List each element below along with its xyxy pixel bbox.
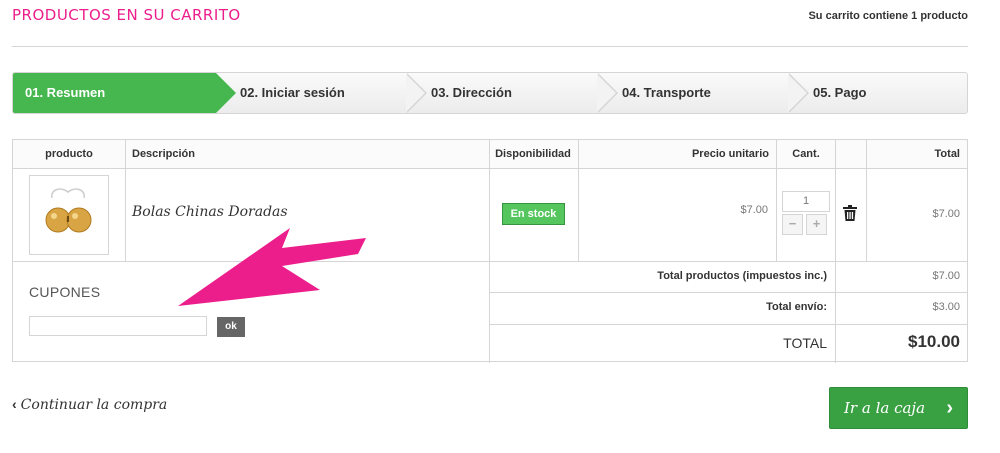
step-label: 02. Iniciar sesión bbox=[240, 85, 345, 100]
availability-badge: En stock bbox=[502, 203, 565, 225]
quantity-decrease-button[interactable]: − bbox=[782, 214, 803, 235]
step-label: 01. Resumen bbox=[25, 85, 106, 100]
cart-table: producto Descripción Disponibilidad Prec… bbox=[12, 139, 968, 363]
continue-label: Continuar la compra bbox=[20, 397, 168, 413]
checkout-label: Ir a la caja bbox=[844, 399, 926, 417]
coupon-title: CUPONES bbox=[29, 284, 101, 300]
step-summary[interactable]: 01. Resumen bbox=[13, 73, 236, 113]
col-header-product: producto bbox=[45, 148, 93, 160]
col-header-total: Total bbox=[934, 148, 960, 160]
quantity-input[interactable]: 1 bbox=[782, 191, 830, 212]
cart-count: Su carrito contiene 1 producto bbox=[808, 10, 968, 22]
trash-icon bbox=[843, 205, 857, 221]
chevron-right-icon: › bbox=[946, 397, 953, 419]
quantity-increase-button[interactable]: + bbox=[806, 214, 827, 235]
step-payment[interactable]: 05. Pago bbox=[789, 73, 967, 113]
shipping-total-label: Total envío: bbox=[766, 301, 827, 313]
continue-shopping-link[interactable]: ‹ Continuar la compra bbox=[12, 396, 167, 413]
products-total-value: $7.00 bbox=[932, 270, 960, 282]
products-total-label: Total productos (impuestos inc.) bbox=[657, 270, 827, 282]
col-header-availability: Disponibilidad bbox=[495, 148, 571, 160]
grand-total-label: TOTAL bbox=[783, 335, 827, 351]
header-divider bbox=[12, 46, 968, 47]
step-shipping[interactable]: 04. Transporte bbox=[598, 73, 809, 113]
chevron-left-icon: ‹ bbox=[12, 396, 17, 412]
step-address[interactable]: 03. Dirección bbox=[407, 73, 618, 113]
coupon-submit-button[interactable]: ok bbox=[217, 317, 245, 337]
unit-price: $7.00 bbox=[740, 204, 768, 216]
grand-total-value: $10.00 bbox=[908, 332, 960, 351]
row-total: $7.00 bbox=[932, 208, 960, 220]
step-label: 05. Pago bbox=[813, 85, 867, 100]
checkout-steps: 01. Resumen 02. Iniciar sesión 03. Direc… bbox=[12, 72, 968, 114]
product-name[interactable]: Bolas Chinas Doradas bbox=[132, 204, 288, 220]
checkout-button[interactable]: Ir a la caja › bbox=[829, 387, 968, 429]
step-label: 03. Dirección bbox=[431, 85, 512, 100]
delete-item-button[interactable] bbox=[843, 205, 857, 226]
coupon-input[interactable] bbox=[29, 316, 207, 336]
pink-arrow-annotation bbox=[178, 228, 366, 306]
product-thumbnail[interactable] bbox=[29, 175, 109, 255]
page-title: PRODUCTOS EN SU CARRITO bbox=[12, 6, 241, 24]
shipping-total-value: $3.00 bbox=[932, 301, 960, 313]
col-header-description: Descripción bbox=[132, 148, 195, 160]
step-login[interactable]: 02. Iniciar sesión bbox=[216, 73, 427, 113]
col-header-quantity: Cant. bbox=[792, 148, 820, 160]
col-header-unit-price: Precio unitario bbox=[691, 148, 769, 160]
step-label: 04. Transporte bbox=[622, 85, 711, 100]
